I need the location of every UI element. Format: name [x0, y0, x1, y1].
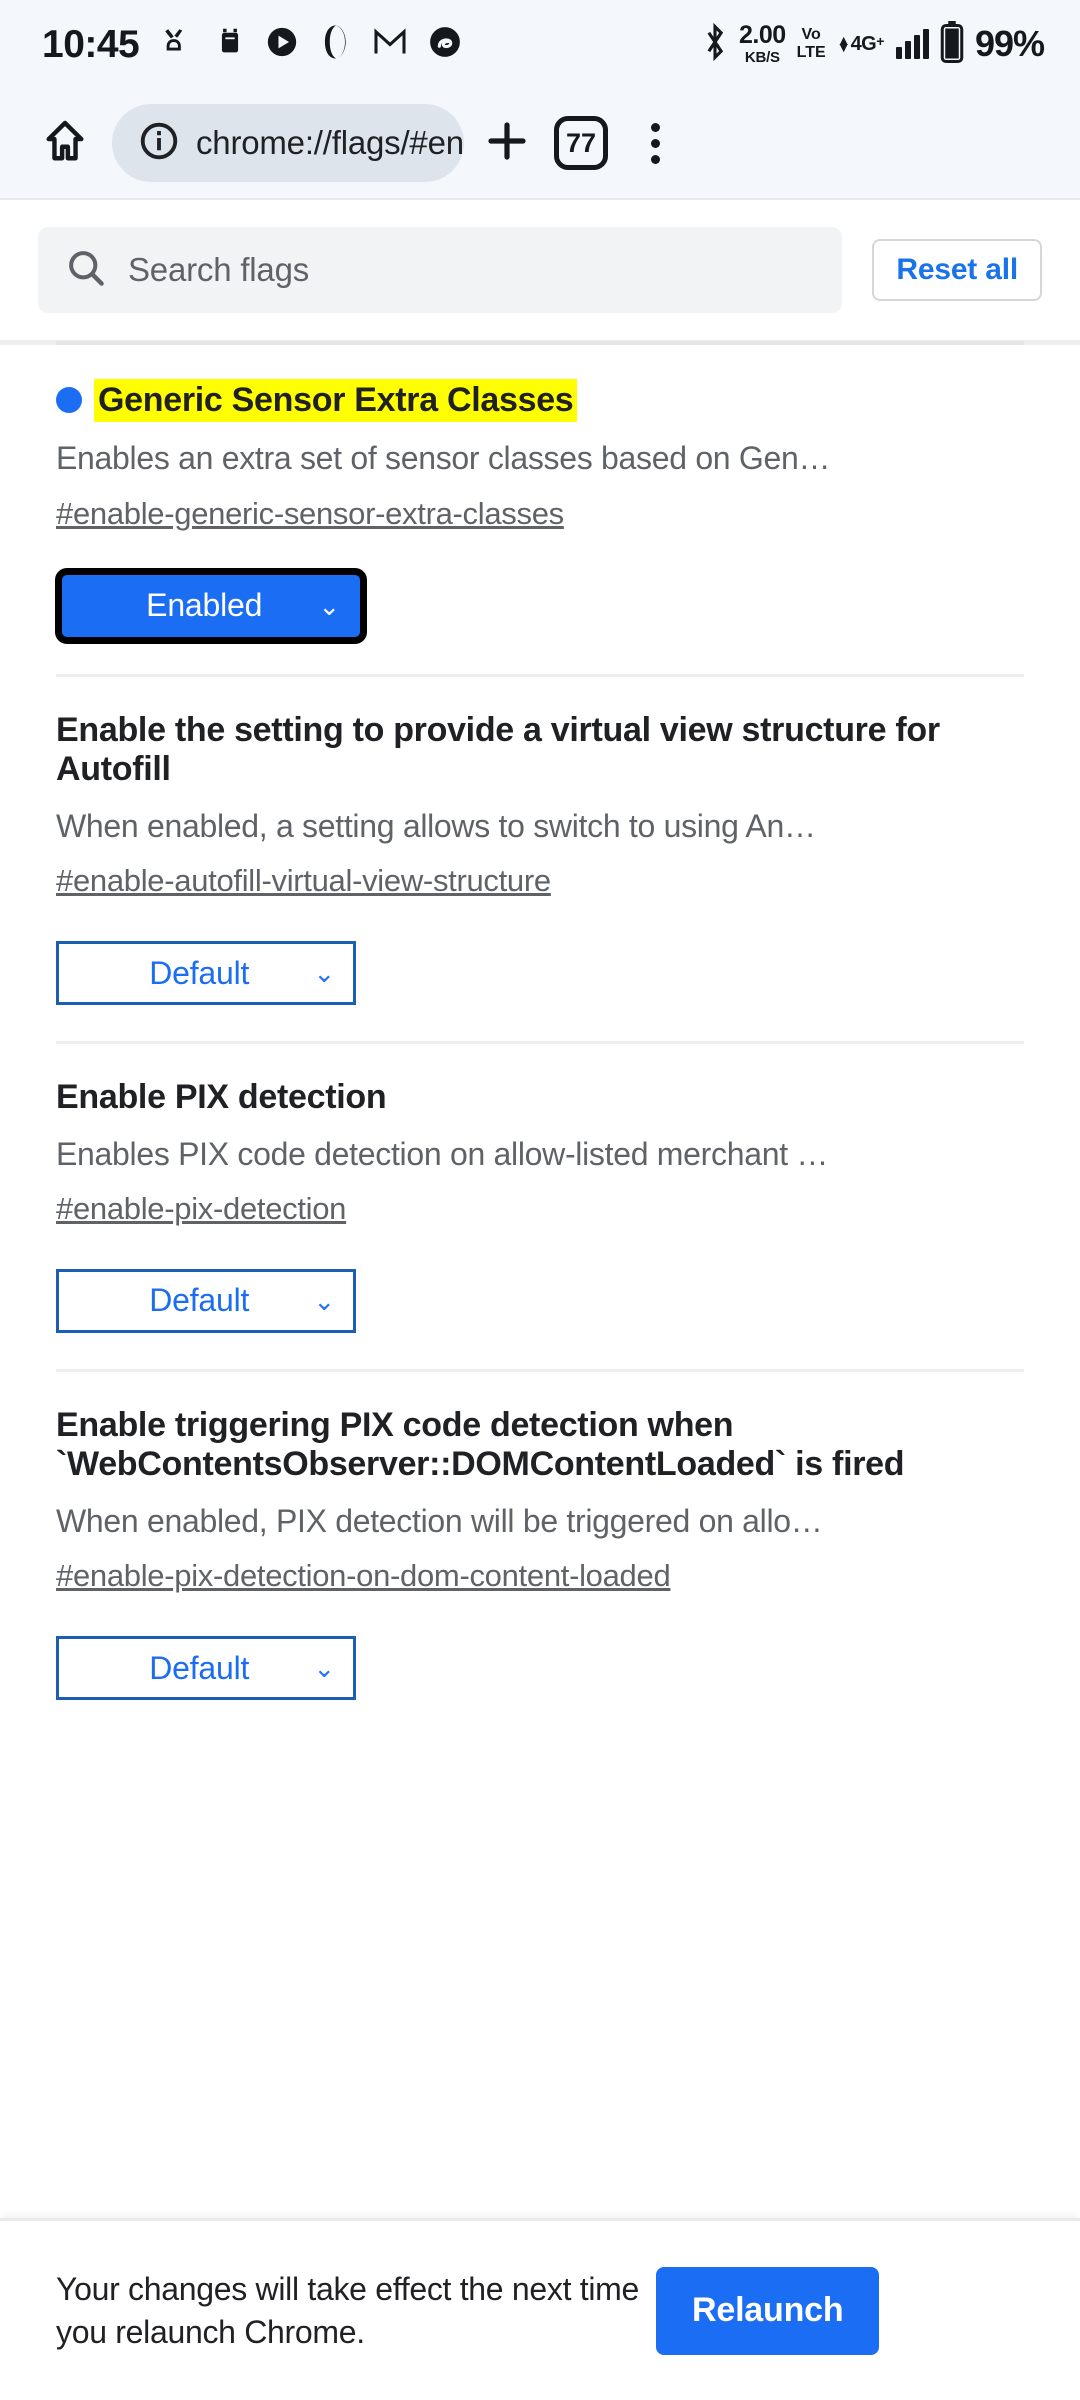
flag-select-wrapper: Default ⌄ [56, 1636, 1024, 1701]
flag-title: Enable triggering PIX code detection whe… [56, 1405, 905, 1484]
bluetooth-icon [702, 22, 728, 67]
relaunch-bar: Your changes will take effect the next t… [0, 2218, 1080, 2400]
tab-switcher-button[interactable]: 77 [544, 106, 618, 180]
network-speed-unit: KB/S [744, 49, 780, 66]
new-tab-button[interactable] [470, 106, 544, 180]
flags-list: Generic Sensor Extra Classes Enables an … [0, 345, 1080, 1737]
flag-state-select[interactable]: Enabled ⌄ [55, 567, 367, 644]
more-vertical-icon [650, 122, 660, 164]
network-speed-value: 2.00 [739, 21, 786, 49]
chevron-down-icon: ⌄ [318, 590, 340, 621]
phone-screen: 10:45 2.00 KB/S Vo LTE ▲ ▼ 4G + 99% chro… [0, 0, 1080, 2400]
tab-count-badge: 77 [554, 116, 608, 170]
home-icon [42, 118, 88, 169]
flag-title: Generic Sensor Extra Classes [94, 379, 578, 423]
opera-icon [320, 24, 352, 65]
status-bar-notification-icons [161, 24, 462, 65]
network-plus-label: + [876, 32, 884, 49]
flag-state-select[interactable]: Default ⌄ [56, 1636, 356, 1701]
network-type-indicator: ▲ ▼ 4G + [836, 31, 885, 56]
flag-title: Enable PIX detection [56, 1078, 387, 1117]
play-circle-icon [265, 25, 299, 64]
network-speed-indicator: 2.00 KB/S [739, 21, 786, 66]
flag-description: Enables PIX code detection on allow-list… [56, 1135, 829, 1172]
home-button[interactable] [28, 106, 102, 180]
volte-indicator: Vo LTE [797, 27, 826, 61]
flag-state-value: Default [149, 954, 250, 991]
flag-item: Enable PIX detection Enables PIX code de… [56, 1044, 1024, 1372]
flag-description: When enabled, PIX detection will be trig… [56, 1502, 823, 1539]
status-bar-system-icons: 2.00 KB/S Vo LTE ▲ ▼ 4G + 99% [702, 20, 1045, 68]
volte-bottom-label: LTE [796, 44, 826, 61]
chevron-down-icon: ⌄ [313, 958, 335, 989]
chevron-down-icon: ⌄ [313, 1653, 335, 1684]
gmail-icon [373, 27, 407, 61]
search-placeholder: Search flags [128, 251, 310, 288]
flag-permalink[interactable]: #enable-generic-sensor-extra-classes [56, 496, 564, 532]
flag-select-wrapper: Default ⌄ [56, 1268, 1024, 1333]
network-type-label: 4G [850, 32, 877, 55]
flag-description: When enabled, a setting allows to switch… [56, 807, 816, 844]
battery-percent-label: 99% [974, 23, 1045, 64]
flag-state-select[interactable]: Default ⌄ [56, 941, 356, 1006]
flag-select-wrapper: Enabled ⌄ [55, 567, 1024, 644]
flags-search-row: Search flags Reset all [0, 200, 1080, 340]
status-bar: 10:45 2.00 KB/S Vo LTE ▲ ▼ 4G + 99% [0, 0, 1080, 88]
threads-icon [428, 25, 462, 64]
flag-select-wrapper: Default ⌄ [56, 941, 1024, 1006]
flag-title: Enable the setting to provide a virtual … [56, 710, 940, 789]
volte-top-label: Vo [801, 26, 821, 43]
flag-state-select[interactable]: Default ⌄ [56, 1268, 356, 1333]
flag-item: Enable the setting to provide a virtual … [56, 677, 1024, 1045]
url-bar[interactable]: chrome://flags/#en [112, 104, 464, 182]
flag-title-row: Generic Sensor Extra Classes [56, 379, 1024, 423]
flag-permalink[interactable]: #enable-pix-detection-on-dom-content-loa… [56, 1558, 671, 1594]
battery-icon [940, 20, 964, 68]
flag-item: Generic Sensor Extra Classes Enables an … [55, 345, 1024, 677]
relaunch-message: Your changes will take effect the next t… [56, 2271, 640, 2350]
search-input[interactable]: Search flags [38, 227, 843, 313]
chevron-down-icon: ⌄ [313, 1285, 335, 1316]
info-circle-icon[interactable] [138, 120, 180, 167]
signal-strength-icon [895, 29, 929, 59]
flag-state-value: Default [149, 1649, 250, 1686]
status-bar-clock: 10:45 [42, 22, 140, 66]
search-icon [64, 246, 108, 295]
data-transfer-arrows-icon: ▲ ▼ [836, 31, 851, 55]
browser-menu-button[interactable] [618, 106, 692, 180]
url-text: chrome://flags/#en [196, 124, 464, 161]
browser-toolbar: chrome://flags/#en 77 [0, 88, 1080, 200]
plus-icon [483, 117, 531, 170]
flag-state-value: Enabled [146, 587, 263, 624]
flag-permalink[interactable]: #enable-autofill-virtual-view-structure [56, 863, 551, 899]
flag-permalink[interactable]: #enable-pix-detection [56, 1191, 346, 1227]
alarm-icon [216, 27, 244, 62]
contacts-sync-icon [161, 25, 195, 64]
flag-description: Enables an extra set of sensor classes b… [56, 440, 831, 477]
relaunch-button[interactable]: Relaunch [656, 2266, 880, 2355]
reset-all-button[interactable]: Reset all [872, 239, 1042, 301]
flag-item: Enable triggering PIX code detection whe… [56, 1372, 1024, 1736]
flag-modified-dot-icon [56, 387, 82, 413]
flag-state-value: Default [149, 1282, 250, 1319]
